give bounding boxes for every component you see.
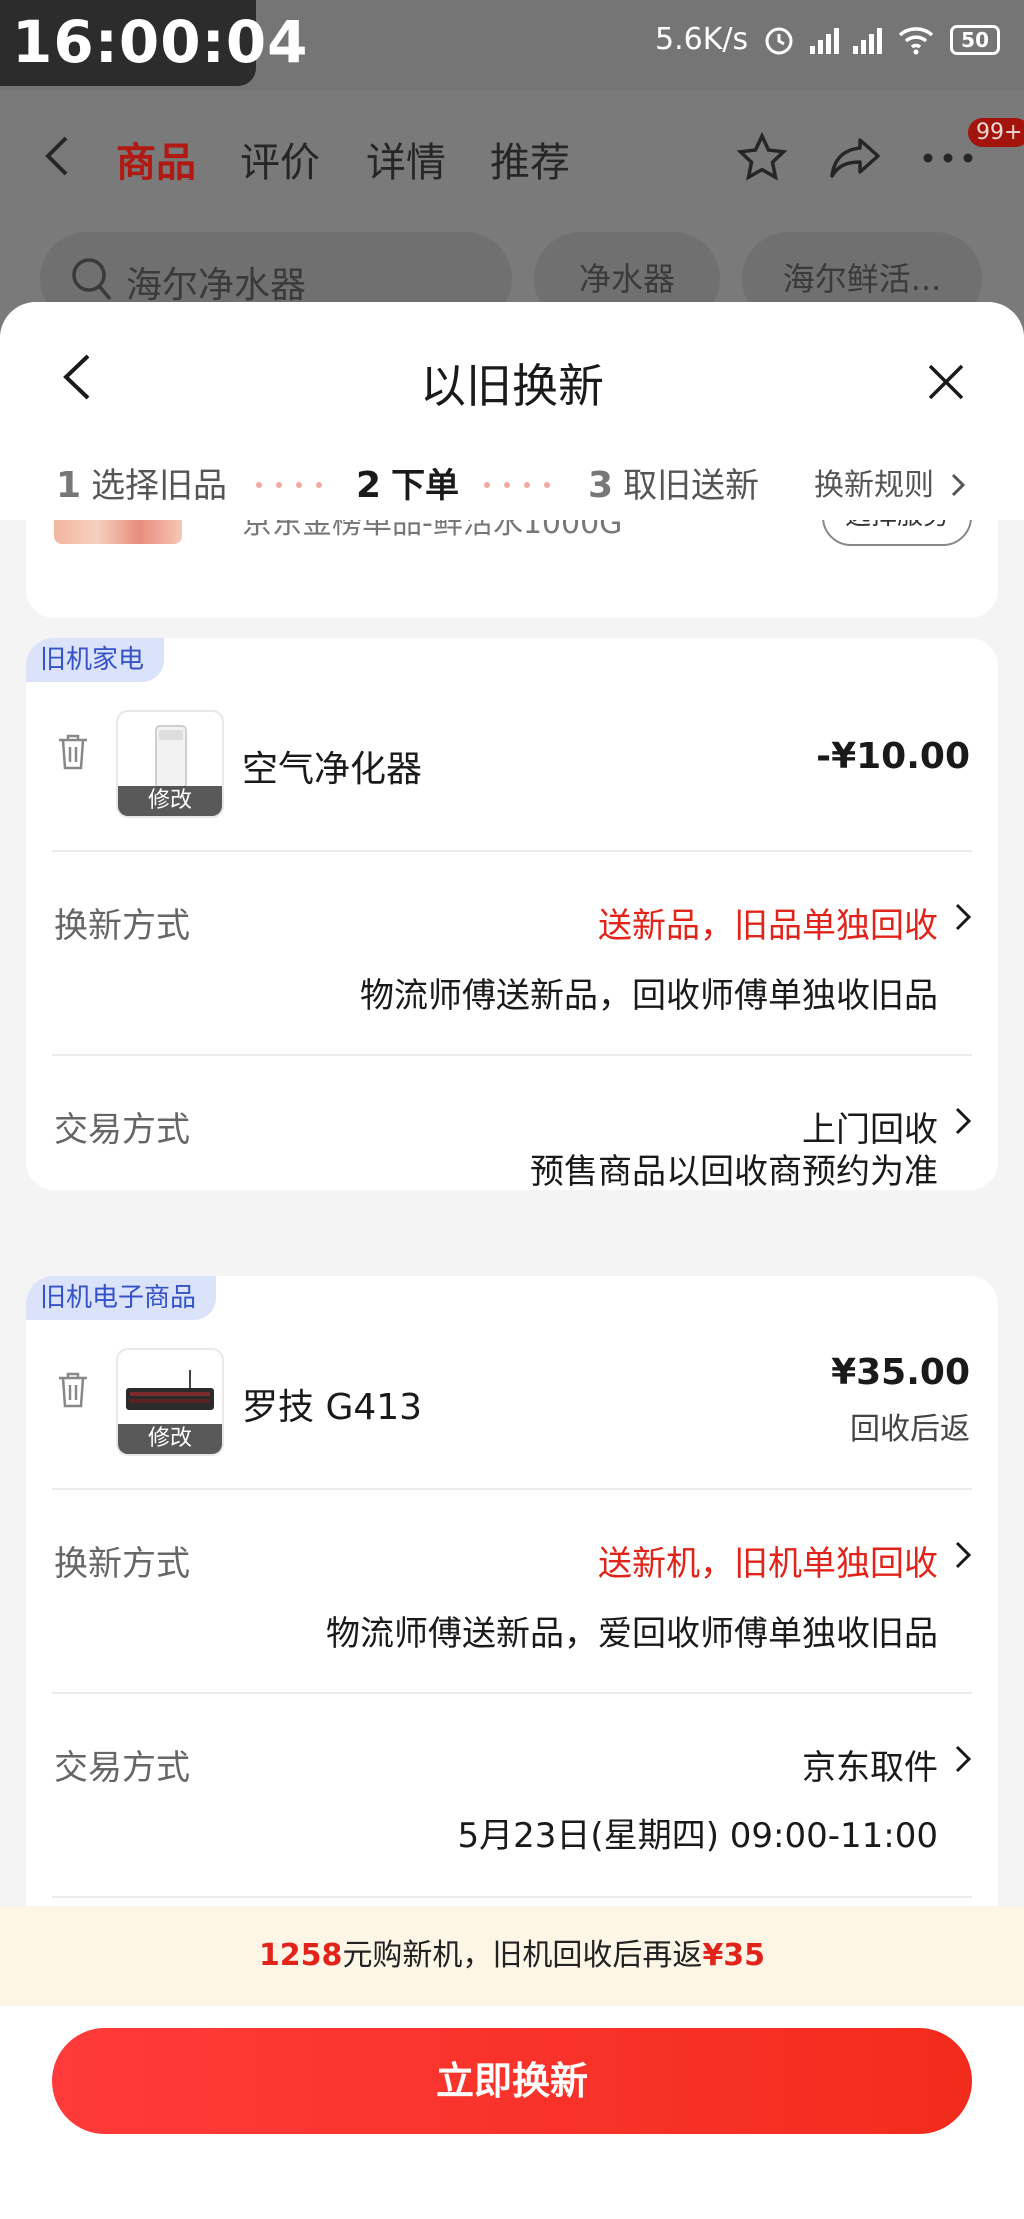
wifi-icon xyxy=(898,26,934,54)
tab-product[interactable]: 商品 xyxy=(116,130,196,188)
back-icon[interactable] xyxy=(44,134,70,178)
notification-badge: 99+ xyxy=(968,118,1024,147)
step-2: 2 下单 xyxy=(356,465,460,506)
tab-reviews[interactable]: 评价 xyxy=(240,130,320,188)
step-1: 1 选择旧品 xyxy=(56,465,228,506)
step-dots xyxy=(256,482,322,488)
modify-label[interactable]: 修改 xyxy=(118,1424,222,1454)
sheet-title: 以旧换新 xyxy=(420,359,604,413)
step-3: 3 取旧送新 xyxy=(588,465,760,506)
divider xyxy=(52,1896,972,1898)
sheet-header: 以旧换新 1 选择旧品 2 下单 3 取旧送新 换新规则 xyxy=(0,302,1024,520)
banner-text: 元购新机，旧机回收后再返 xyxy=(342,1938,703,1973)
net-speed: 5.6K/s xyxy=(655,22,749,57)
item-price: -¥10.00 xyxy=(816,736,970,777)
trade-method-label: 交易方式 xyxy=(54,1110,190,1150)
trade-method-desc: 预售商品以回收商预约为准 xyxy=(530,1152,938,1190)
exchange-method-label: 换新方式 xyxy=(54,1544,190,1584)
signal-icon xyxy=(810,26,840,54)
old-appliance-card: 旧机家电 修改 空气净化器 -¥10.00 换新方式 送新品，旧品单独回收 物流… xyxy=(26,638,998,1190)
search-icon xyxy=(72,258,112,301)
tab-details[interactable]: 详情 xyxy=(366,130,446,188)
trade-in-now-button[interactable]: 立即换新 xyxy=(52,2028,972,2134)
signal-icon-2 xyxy=(853,26,883,54)
trade-method-value[interactable]: 京东取件 xyxy=(802,1740,938,1789)
exchange-method-desc: 物流师傅送新品，爱回收师傅单独收旧品 xyxy=(326,1614,938,1654)
alarm-icon xyxy=(765,27,793,54)
step-dots xyxy=(484,482,550,488)
divider xyxy=(52,1488,972,1490)
item-thumbnail[interactable]: 修改 xyxy=(116,710,224,818)
old-electronics-card: 旧机电子商品 修改 罗技 G413 ¥35.00 回收后返 换新方式 送新机，旧… xyxy=(26,1276,998,1996)
modify-label[interactable]: 修改 xyxy=(118,786,222,816)
status-bar: 16:00:04 5.6K/s 50 xyxy=(0,0,1024,90)
product-nav: 商品 评价 详情 推荐 99+ xyxy=(0,90,1024,220)
search-placeholder: 海尔净水器 xyxy=(126,265,307,306)
trade-in-sheet: 京东金榜单品-鲜活水1000G 选择服务 以旧换新 1选择旧品 2下单 3取旧送… xyxy=(0,302,1024,2219)
battery-icon: 50 xyxy=(950,24,1000,55)
clock: 16:00:04 xyxy=(12,8,309,76)
exchange-method-value[interactable]: 送新机，旧机单独回收 xyxy=(598,1536,938,1585)
trade-method-desc: 5月23日(星期四) 09:00-11:00 xyxy=(457,1816,938,1856)
chevron-right-icon xyxy=(955,1541,972,1569)
category-tag: 旧机家电 xyxy=(26,638,165,682)
divider xyxy=(52,1692,972,1694)
item-name: 罗技 G413 xyxy=(242,1387,423,1428)
rebate-amount: ¥35 xyxy=(702,1938,766,1973)
status-icons: 5.6K/s 50 xyxy=(655,22,1000,57)
chevron-right-icon xyxy=(955,1107,972,1135)
exchange-method-desc: 物流师傅送新品，回收师傅单独收旧品 xyxy=(360,976,938,1016)
share-icon[interactable] xyxy=(830,134,882,180)
star-icon[interactable] xyxy=(736,132,788,182)
chevron-right-icon xyxy=(955,1745,972,1773)
item-price: ¥35.00 xyxy=(831,1352,970,1393)
chevron-right-icon xyxy=(951,473,965,497)
close-icon[interactable] xyxy=(924,360,968,404)
rebate-banner: 1258元购新机，旧机回收后再返¥35 xyxy=(0,1906,1024,2006)
exchange-method-label: 换新方式 xyxy=(54,906,190,946)
price-note: 回收后返 xyxy=(850,1412,970,1447)
bottom-action-bar: 立即换新 xyxy=(0,2006,1024,2219)
divider xyxy=(52,1054,972,1056)
trade-in-rules-link[interactable]: 换新规则 xyxy=(814,460,966,504)
divider xyxy=(52,850,972,852)
trash-icon[interactable] xyxy=(56,1370,90,1410)
more-icon[interactable] xyxy=(922,152,974,164)
item-name: 空气净化器 xyxy=(242,749,423,790)
category-tag: 旧机电子商品 xyxy=(26,1276,217,1320)
clock-pill: 16:00:04 xyxy=(0,0,308,86)
item-thumbnail[interactable]: 修改 xyxy=(116,1348,224,1456)
trade-method-label: 交易方式 xyxy=(54,1748,190,1788)
chevron-right-icon xyxy=(955,903,972,931)
purchase-amount: 1258 xyxy=(258,1938,343,1973)
step-indicator: 1 选择旧品 2 下单 3 取旧送新 换新规则 xyxy=(0,458,1024,516)
trash-icon[interactable] xyxy=(56,732,90,772)
exchange-method-value[interactable]: 送新品，旧品单独回收 xyxy=(598,898,938,947)
tab-recommend[interactable]: 推荐 xyxy=(490,130,570,188)
